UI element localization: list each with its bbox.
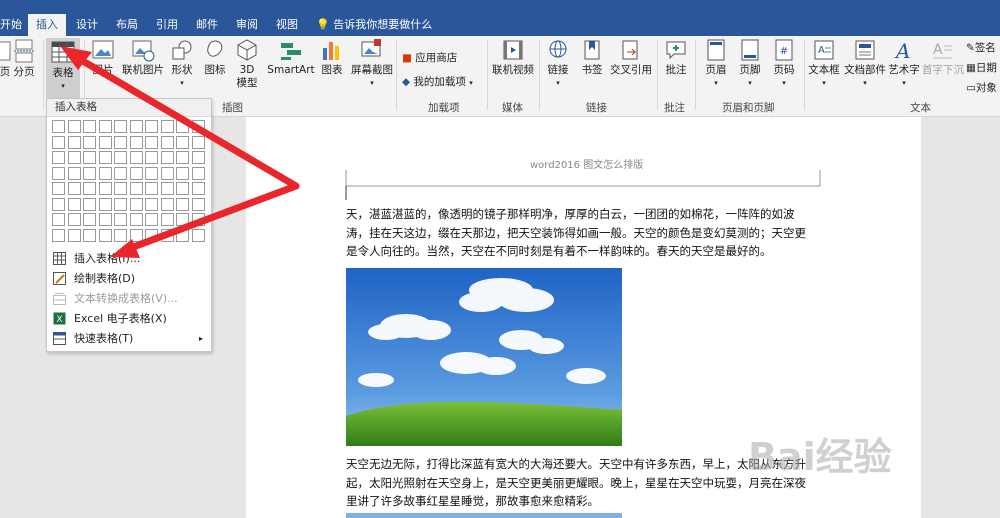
arrowhead-icon (110, 239, 140, 258)
arrow-to-table-button (72, 53, 300, 190)
annotation-arrows (60, 46, 300, 258)
arrow-to-insert-table-item (124, 182, 300, 253)
